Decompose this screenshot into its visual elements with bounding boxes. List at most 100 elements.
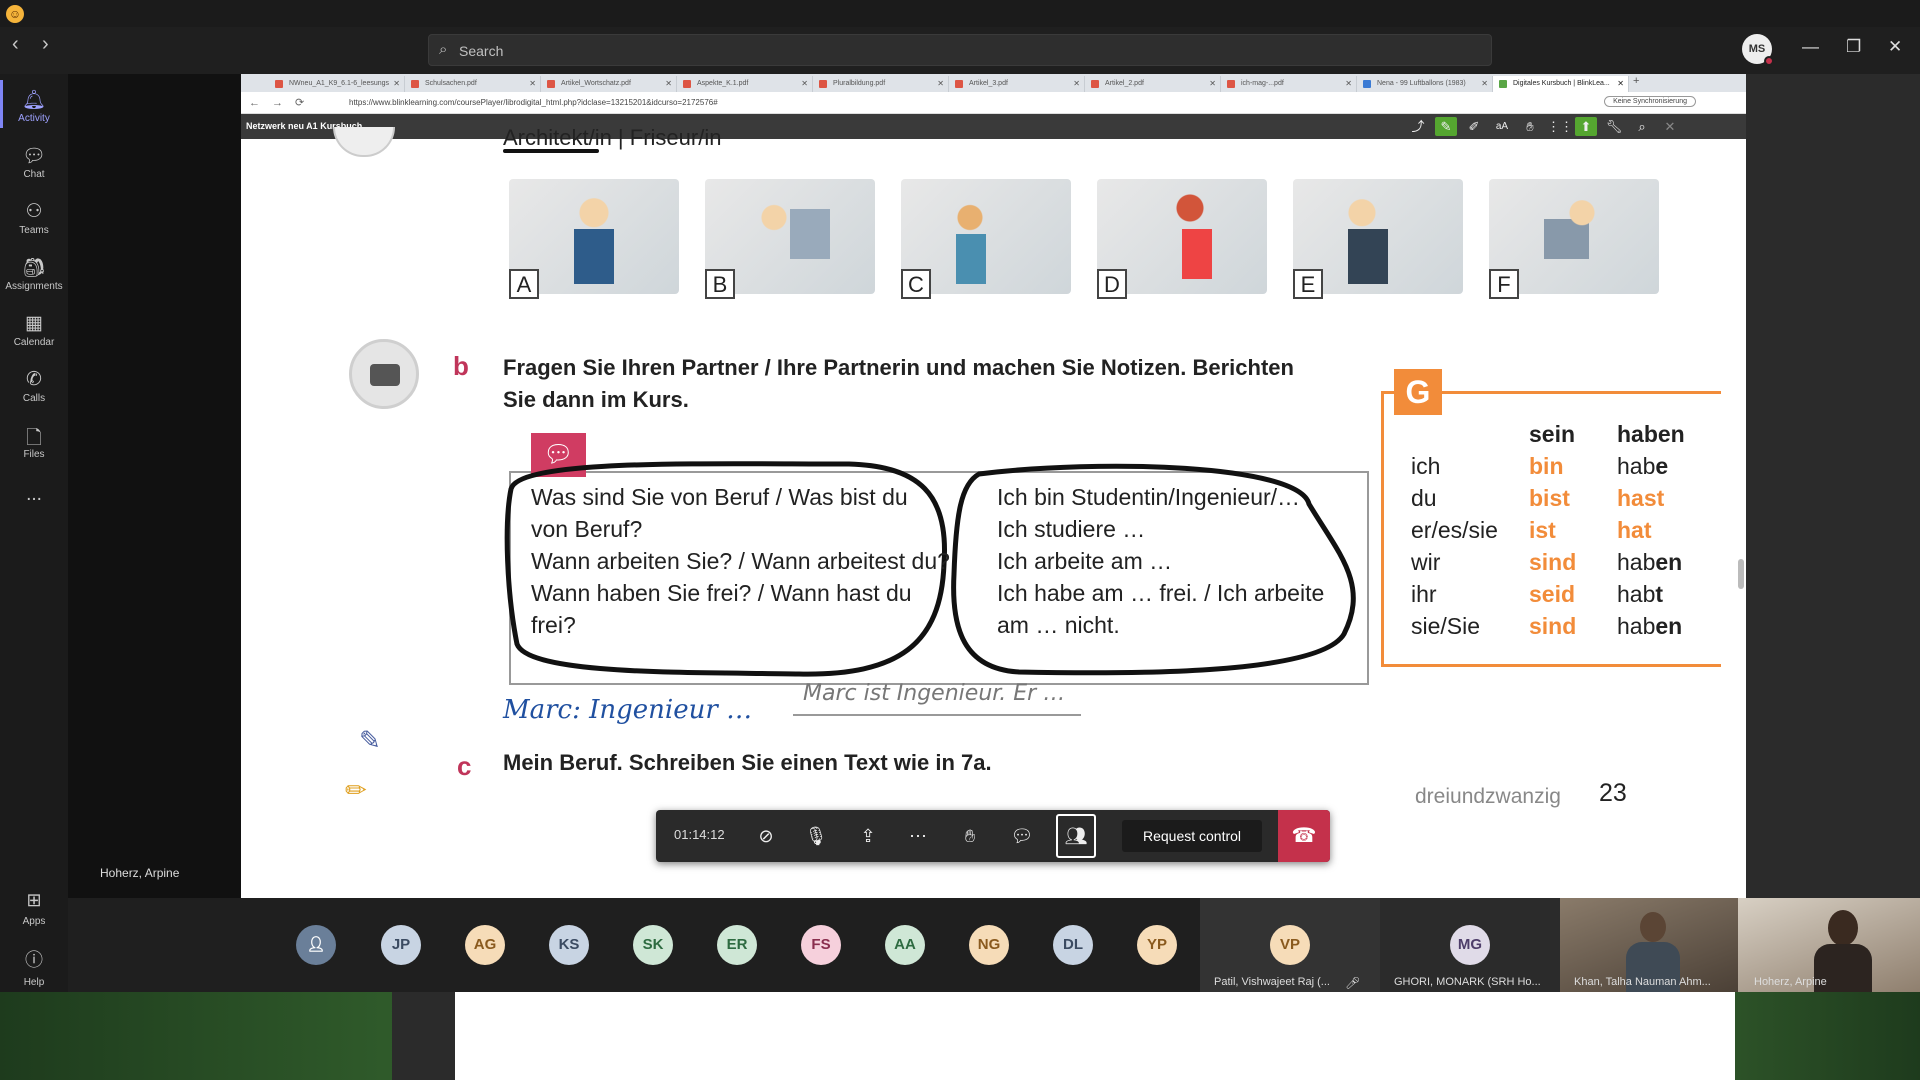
request-control-button[interactable]: Request control [1122, 820, 1262, 852]
participant-avatar[interactable]: ER [717, 925, 757, 965]
microphone-icon[interactable]: 🎙︎ [802, 823, 830, 849]
handwritten-example: Marc: Ingenieur … [503, 695, 753, 725]
browser-tab[interactable]: Artikel_Wortschatz.pdf ✕ [541, 76, 677, 92]
browser-tab[interactable]: Schulsachen.pdf ✕ [405, 76, 541, 92]
avatar-initials: MS [1748, 43, 1766, 55]
video-task-icon[interactable] [349, 339, 419, 409]
share-icon[interactable]: ⤴ [1407, 117, 1429, 136]
search-icon: ⌕ [439, 41, 448, 58]
avatar[interactable]: MS [1742, 34, 1774, 66]
close-icon[interactable]: ✕ [665, 79, 672, 88]
scrollbar-thumb[interactable] [1738, 559, 1744, 589]
browser-tab[interactable]: Artikel_2.pdf ✕ [1085, 76, 1221, 92]
more-icon: ... [26, 484, 42, 505]
participant-avatar[interactable]: AG [465, 925, 505, 965]
participant-photo-avatar[interactable]: 👤︎ [296, 925, 336, 965]
highlight-icon[interactable]: ✎ [1435, 117, 1457, 136]
chat-icon[interactable]: 💬︎ [1008, 823, 1036, 849]
participants-icon[interactable]: 👥︎ [1056, 814, 1096, 858]
hang-up-button[interactable]: ☎ [1278, 810, 1330, 862]
close-icon[interactable]: ✕ [1481, 79, 1488, 88]
background-window [455, 992, 1735, 1080]
bubble-line: Ich habe am … frei. / Ich arbeite [997, 580, 1325, 606]
url-field[interactable]: https://www.blinklearning.com/coursePlay… [349, 98, 718, 107]
participant-avatar: MG [1450, 925, 1490, 965]
search-icon[interactable]: ⌕ [1631, 117, 1653, 136]
participant-avatar[interactable]: KS [549, 925, 589, 965]
rail-item-activity[interactable]: 🔔︎ Activity [0, 80, 68, 128]
close-icon[interactable]: ✕ [1345, 79, 1352, 88]
participant-avatar[interactable]: AA [885, 925, 925, 965]
rail-item-help[interactable]: ⓘ Help [0, 946, 68, 990]
tab-label: Artikel_Wortschatz.pdf [561, 80, 631, 87]
participant-avatar[interactable]: JP [381, 925, 421, 965]
participant-avatar[interactable]: YP [1137, 925, 1177, 965]
back-icon[interactable]: ‹ [12, 33, 19, 56]
close-icon[interactable]: ✕ [393, 79, 400, 88]
close-icon[interactable]: ✕ [1073, 79, 1080, 88]
browser-tab[interactable]: Artikel_3.pdf ✕ [949, 76, 1085, 92]
haben-stem: hab [1617, 613, 1656, 639]
teams-emoji-icon: ☺ [6, 5, 24, 23]
grammar-pronoun: ich [1411, 453, 1441, 479]
close-icon[interactable]: ✕ [801, 79, 808, 88]
close-icon[interactable]: ✕ [529, 79, 536, 88]
nav-buttons-icon[interactable]: ←→⟳ [249, 96, 316, 109]
participant-avatar[interactable]: NG [969, 925, 1009, 965]
rail-item-teams[interactable]: ⚇ Teams [0, 200, 68, 236]
participant-initials: AA [894, 936, 916, 953]
hand-icon[interactable]: ✋︎ [1519, 117, 1541, 136]
forward-icon[interactable]: › [42, 33, 49, 56]
browser-tab[interactable]: Pluralbildung.pdf ✕ [813, 76, 949, 92]
rail-label: Apps [22, 916, 46, 927]
close-icon[interactable]: ✕ [1617, 79, 1624, 88]
grammar-sein-form: seid [1529, 581, 1576, 607]
rail-item-calendar[interactable]: ▦ Calendar [0, 312, 68, 348]
participant-avatar[interactable]: SK [633, 925, 673, 965]
participant-video[interactable]: Hoherz, Arpine [1738, 898, 1920, 992]
browser-tab[interactable]: NWneu_A1_K9_6.1-6_leesungs ✕ [269, 76, 405, 92]
rail-item-chat[interactable]: 💬︎ Chat [0, 144, 68, 180]
more-icon[interactable]: ⋯ [904, 823, 932, 849]
more-apps-button[interactable]: ... [0, 484, 68, 506]
rail-item-calls[interactable]: ✆ Calls [0, 368, 68, 404]
rail-label: Files [23, 449, 45, 460]
wrench-icon[interactable]: 🔧︎ [1603, 117, 1625, 136]
sync-button[interactable]: Keine Synchronisierung [1604, 96, 1696, 107]
rail-label: Calendar [13, 337, 55, 348]
person-illustration [1338, 189, 1418, 284]
pen-icon[interactable]: ✐ [1463, 117, 1485, 136]
rail-item-assignments[interactable]: 🎒︎ Assignments [0, 256, 68, 292]
presence-dot [1764, 56, 1774, 66]
pointer-icon[interactable]: ⬆ [1575, 117, 1597, 136]
camera-icon [370, 364, 400, 386]
search-input[interactable]: ⌕ Search [428, 34, 1492, 66]
participant-name: Khan, Talha Nauman Ahm... [1574, 976, 1711, 988]
browser-tab[interactable]: ich-mag-...pdf ✕ [1221, 76, 1357, 92]
bubble-line: frei? [531, 612, 576, 638]
rail-item-apps[interactable]: ⊞ Apps [0, 890, 68, 929]
browser-tab[interactable]: Nena - 99 Luftballons (1983) ✕ [1357, 76, 1493, 92]
browser-tab[interactable]: Aspekte_K.1.pdf ✕ [677, 76, 813, 92]
participant-video[interactable]: Khan, Talha Nauman Ahm... [1560, 898, 1738, 992]
rail-item-files[interactable]: 🗋︎ Files [0, 424, 68, 460]
camera-off-icon[interactable]: ⊘ [752, 823, 780, 849]
search-placeholder: Search [459, 43, 504, 59]
participant-avatar[interactable]: DL [1053, 925, 1093, 965]
grid-icon[interactable]: ⋮⋮ [1547, 117, 1573, 136]
close-icon[interactable]: ✕ [1209, 79, 1216, 88]
participant-avatar[interactable]: FS [801, 925, 841, 965]
bubble-line: Ich studiere … [997, 516, 1146, 542]
share-screen-icon[interactable]: ⇪ [854, 823, 882, 849]
tab-label: Nena - 99 Luftballons (1983) [1377, 80, 1466, 87]
close-icon[interactable]: ✕ [937, 79, 944, 88]
raise-hand-icon[interactable]: ✋︎ [956, 823, 984, 849]
restore-icon[interactable]: ❐ [1846, 37, 1861, 57]
close-icon[interactable]: ✕ [1659, 117, 1681, 136]
close-icon[interactable]: ✕ [1888, 37, 1902, 57]
browser-tab-active[interactable]: Digitales Kursbuch | BlinkLea... ✕ [1493, 76, 1629, 92]
apps-icon: ⊞ [26, 890, 42, 910]
text-size-icon[interactable]: aA [1491, 117, 1513, 136]
minimize-icon[interactable]: — [1802, 37, 1819, 57]
new-tab-icon[interactable]: + [1633, 75, 1639, 87]
